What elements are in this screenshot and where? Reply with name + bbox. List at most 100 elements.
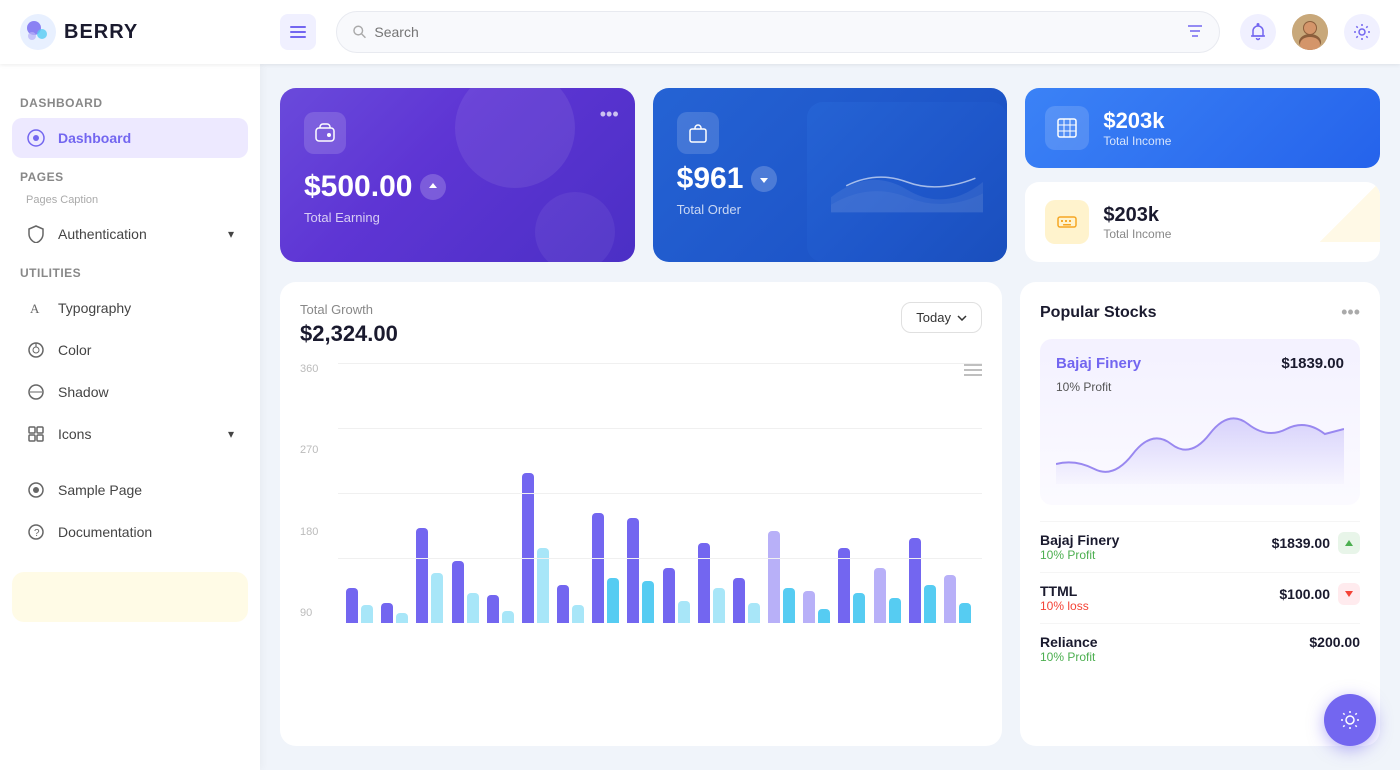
bar-purple	[733, 578, 745, 623]
card-total-earning: ••• $500.00 Total Earning	[280, 88, 635, 262]
sidebar-item-authentication[interactable]: Authentication ▾	[12, 214, 248, 254]
stock-name-ttml: TTML	[1040, 583, 1089, 599]
filter-button[interactable]	[1187, 24, 1203, 41]
chart-amount: $2,324.00	[300, 321, 398, 347]
shadow-icon	[26, 382, 46, 402]
sidebar-item-icons-label: Icons	[58, 426, 91, 442]
income-top-amount: $203k	[1103, 108, 1171, 134]
bar-group-13	[768, 531, 798, 623]
avatar[interactable]	[1292, 14, 1328, 50]
typography-icon: A	[26, 298, 46, 318]
settings-button[interactable]	[1344, 14, 1380, 50]
stock-price-reliance: $200.00	[1309, 634, 1360, 650]
stock-name-bajaj: Bajaj Finery	[1040, 532, 1119, 548]
order-trend-badge	[751, 166, 777, 192]
income-top-label: Total Income	[1103, 134, 1171, 148]
bar-group-11	[698, 543, 728, 623]
bar-group-5	[487, 595, 517, 623]
income-top-text: $203k Total Income	[1103, 108, 1171, 148]
icons-chevron-icon: ▾	[228, 427, 234, 441]
bar-lightblue	[467, 593, 479, 623]
bar-purple	[522, 473, 534, 623]
search-bar	[336, 11, 1220, 53]
order-wave-decoration	[807, 102, 1007, 262]
bar-group-12	[733, 578, 763, 623]
bar-purple	[592, 513, 604, 623]
menu-icon	[290, 26, 306, 38]
bar-group-16	[874, 568, 904, 623]
docs-icon: ?	[26, 522, 46, 542]
stock-profit-reliance: 10% Profit	[1040, 650, 1098, 664]
sidebar-item-sample-page[interactable]: Sample Page	[12, 470, 248, 510]
sidebar-item-shadow[interactable]: Shadow	[12, 372, 248, 412]
main-layout: Dashboard Dashboard Pages Pages Caption …	[0, 64, 1400, 770]
bar-blue	[924, 585, 936, 623]
gear-icon	[1354, 24, 1370, 40]
today-filter-button[interactable]: Today	[901, 302, 982, 333]
bar-blue	[853, 593, 865, 623]
stock-name-reliance: Reliance	[1040, 634, 1098, 650]
bar-lightblue	[678, 601, 690, 623]
stock-list-item-3: Reliance 10% Profit $200.00	[1040, 623, 1360, 674]
earning-card-more-button[interactable]: •••	[600, 104, 619, 125]
sidebar-item-documentation[interactable]: ? Documentation	[12, 512, 248, 552]
hamburger-button[interactable]	[280, 14, 316, 50]
y-label-90: 90	[300, 607, 336, 619]
sidebar-item-color[interactable]: Color	[12, 330, 248, 370]
keyboard-icon	[1056, 211, 1078, 233]
featured-stock-area: Bajaj Finery $1839.00 10% Profit	[1040, 339, 1360, 505]
y-label-360: 360	[300, 363, 336, 375]
bar-purple	[838, 548, 850, 623]
stocks-more-button[interactable]: •••	[1341, 302, 1360, 323]
sidebar-pages-caption: Pages Caption	[12, 192, 248, 214]
bar-blue	[818, 609, 830, 623]
bar-purple	[416, 528, 428, 623]
search-input[interactable]	[374, 24, 1187, 40]
sidebar-bottom-promo	[12, 572, 248, 622]
bar-blue	[889, 598, 901, 623]
earning-trend-badge	[420, 174, 446, 200]
chart-header: Total Growth $2,324.00 Today	[300, 302, 982, 347]
bar-lightblue	[361, 605, 373, 623]
stock-price-info-ttml: $100.00	[1279, 583, 1360, 605]
notification-button[interactable]	[1240, 14, 1276, 50]
bar-group-1	[346, 588, 376, 623]
bar-group-17	[909, 538, 939, 623]
color-icon	[26, 340, 46, 360]
main-content: ••• $500.00 Total Earning	[260, 64, 1400, 770]
bar-blue	[607, 578, 619, 623]
sidebar-item-typography[interactable]: A Typography	[12, 288, 248, 328]
bar-light-purple	[768, 531, 780, 623]
sample-page-icon	[26, 480, 46, 500]
fab-settings-button[interactable]	[1324, 694, 1376, 746]
bar-lightblue	[537, 548, 549, 623]
bar-light-purple	[874, 568, 886, 623]
bar-group-4	[452, 561, 482, 623]
bar-purple	[346, 588, 358, 623]
today-btn-label: Today	[916, 310, 951, 325]
header-right	[1240, 14, 1380, 50]
bar-purple	[663, 568, 675, 623]
bar-group-8	[592, 513, 622, 623]
sidebar-item-authentication-label: Authentication	[58, 226, 147, 242]
ttml-trend-down-icon	[1338, 583, 1360, 605]
stock-profit-bajaj: 10% Profit	[1040, 548, 1119, 562]
card-income-top: $203k Total Income	[1025, 88, 1380, 168]
bar-purple	[909, 538, 921, 623]
sidebar-section-dashboard: Dashboard	[20, 96, 240, 110]
stocks-card: Popular Stocks ••• Bajaj Finery $1839.00…	[1020, 282, 1380, 746]
featured-stock-profit: 10% Profit	[1056, 380, 1344, 394]
bar-group-14	[803, 591, 833, 623]
income-bottom-text: $203k Total Income	[1103, 204, 1171, 241]
sidebar-item-icons[interactable]: Icons ▾	[12, 414, 248, 454]
sidebar-section-utilities: Utilities	[20, 266, 240, 280]
bar-group-18	[944, 575, 974, 623]
stock-price-bajaj: $1839.00	[1272, 535, 1330, 551]
stock-list: Bajaj Finery 10% Profit $1839.00	[1040, 521, 1360, 674]
bar-blue	[783, 588, 795, 623]
sidebar-item-dashboard-label: Dashboard	[58, 130, 131, 146]
table-icon	[1056, 117, 1078, 139]
sidebar-item-dashboard[interactable]: Dashboard	[12, 118, 248, 158]
order-card-icon	[677, 112, 719, 154]
bar-light-purple	[803, 591, 815, 623]
